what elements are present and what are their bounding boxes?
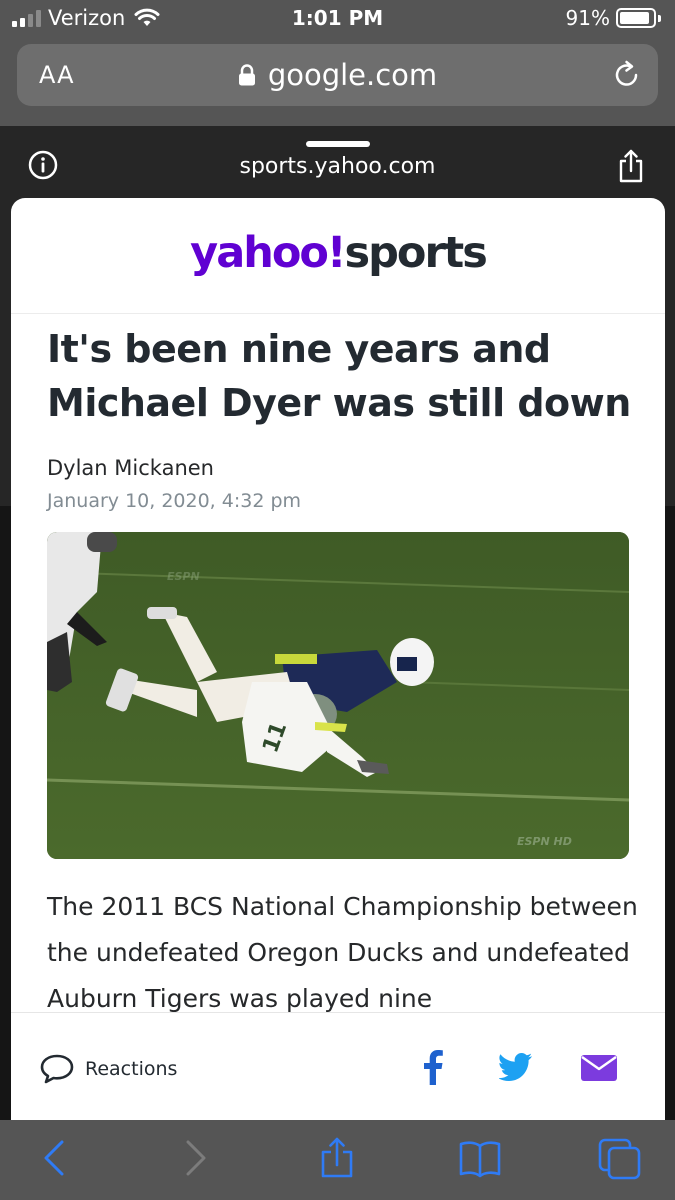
battery-cap bbox=[658, 14, 661, 22]
logo-section: sports bbox=[344, 228, 488, 278]
url-display[interactable]: google.com bbox=[17, 58, 658, 92]
sheet-domain: sports.yahoo.com bbox=[239, 154, 436, 179]
status-bar: Verizon 1:01 PM 91% bbox=[0, 0, 675, 38]
logo-bar: yahoo!sports bbox=[11, 198, 665, 314]
share-icon[interactable] bbox=[618, 148, 644, 184]
photo-watermark-bottom: ESPN HD bbox=[517, 835, 572, 848]
article-headline: It's been nine years and Michael Dyer wa… bbox=[47, 327, 631, 425]
article-date: January 10, 2020, 4:32 pm bbox=[47, 490, 302, 512]
reactions-label: Reactions bbox=[85, 1058, 178, 1080]
logo-brand: yahoo! bbox=[190, 228, 346, 278]
forward-icon[interactable] bbox=[180, 1136, 210, 1180]
battery-percent: 91% bbox=[565, 6, 610, 30]
sheet-grabber[interactable] bbox=[306, 141, 370, 147]
twitter-icon[interactable] bbox=[499, 1053, 533, 1081]
lock-icon bbox=[238, 64, 255, 86]
football-tackle-image: 11 ESPN HD ESPN bbox=[47, 532, 629, 859]
browser-toolbar bbox=[0, 1120, 675, 1200]
url-area: AA google.com bbox=[0, 38, 675, 126]
battery-icon bbox=[616, 8, 656, 28]
mail-icon[interactable] bbox=[581, 1055, 617, 1081]
chat-bubble-icon bbox=[40, 1054, 74, 1084]
article-author[interactable]: Dylan Mickanen bbox=[47, 456, 214, 480]
facebook-icon[interactable] bbox=[421, 1049, 445, 1085]
photo-watermark-top: ESPN bbox=[167, 570, 200, 583]
tabs-icon[interactable] bbox=[598, 1136, 642, 1180]
article-photo[interactable]: 11 ESPN HD ESPN bbox=[47, 532, 629, 859]
share-icon[interactable] bbox=[318, 1136, 356, 1180]
reload-icon[interactable] bbox=[612, 60, 642, 90]
address-bar[interactable]: AA google.com bbox=[17, 44, 658, 106]
reactions-button[interactable]: Reactions bbox=[39, 1053, 177, 1085]
yahoo-sports-logo[interactable]: yahoo!sports bbox=[11, 228, 665, 278]
status-right: 91% bbox=[566, 6, 661, 30]
back-icon[interactable] bbox=[40, 1136, 70, 1180]
article-body: The 2011 BCS National Championship betwe… bbox=[47, 892, 638, 1013]
battery-fill bbox=[620, 12, 650, 24]
bookmarks-icon[interactable] bbox=[458, 1136, 502, 1180]
engagement-bar: Reactions bbox=[11, 1012, 665, 1120]
article-card: yahoo!sports It's been nine years and Mi… bbox=[11, 198, 665, 1120]
url-text: google.com bbox=[267, 58, 438, 92]
